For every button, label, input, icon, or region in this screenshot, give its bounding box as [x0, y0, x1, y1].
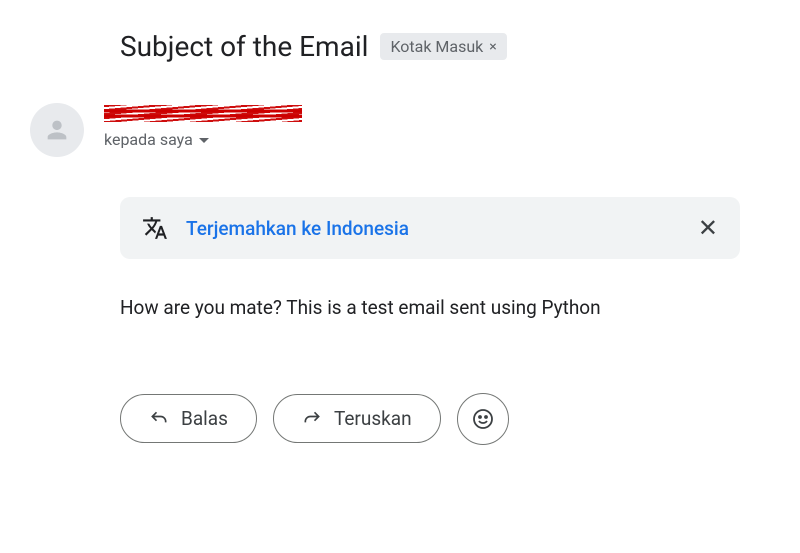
person-icon	[43, 116, 71, 144]
email-subject: Subject of the Email	[120, 30, 368, 63]
redacted-email: xxxxxxxx@xxxxxxxxxxxx	[104, 103, 302, 124]
translate-bar: Terjemahkan ke Indonesia ✕	[120, 197, 740, 259]
inbox-label-text: Kotak Masuk	[390, 37, 483, 56]
inbox-label[interactable]: Kotak Masuk ×	[380, 33, 506, 60]
reply-button[interactable]: Balas	[120, 394, 257, 443]
sender-avatar[interactable]	[30, 103, 84, 157]
subject-row: Subject of the Email Kotak Masuk ×	[120, 30, 780, 63]
forward-button[interactable]: Teruskan	[273, 394, 441, 443]
remove-label-icon[interactable]: ×	[489, 39, 496, 55]
sender-info: xxxxxxxx@xxxxxxxxxxxx kepada saya	[104, 103, 302, 149]
forward-label: Teruskan	[334, 407, 412, 430]
reply-icon	[149, 409, 169, 429]
recipient-dropdown[interactable]: kepada saya	[104, 130, 302, 149]
reply-label: Balas	[181, 407, 228, 430]
emoji-reaction-button[interactable]	[457, 393, 509, 445]
translate-label: Terjemahkan ke Indonesia	[186, 217, 409, 240]
emoji-icon	[471, 407, 495, 431]
email-body: How are you mate? This is a test email s…	[120, 294, 780, 323]
action-buttons: Balas Teruskan	[120, 393, 780, 445]
sender-row: xxxxxxxx@xxxxxxxxxxxx kepada saya	[20, 103, 780, 157]
chevron-down-icon	[199, 138, 209, 143]
sender-email: xxxxxxxx@xxxxxxxxxxxx	[104, 103, 302, 124]
email-view: Subject of the Email Kotak Masuk × xxxxx…	[20, 30, 780, 445]
translate-link[interactable]: Terjemahkan ke Indonesia	[142, 215, 409, 241]
forward-icon	[302, 409, 322, 429]
close-translate-icon[interactable]: ✕	[698, 216, 718, 240]
recipient-label: kepada saya	[104, 130, 193, 149]
translate-icon	[142, 215, 168, 241]
